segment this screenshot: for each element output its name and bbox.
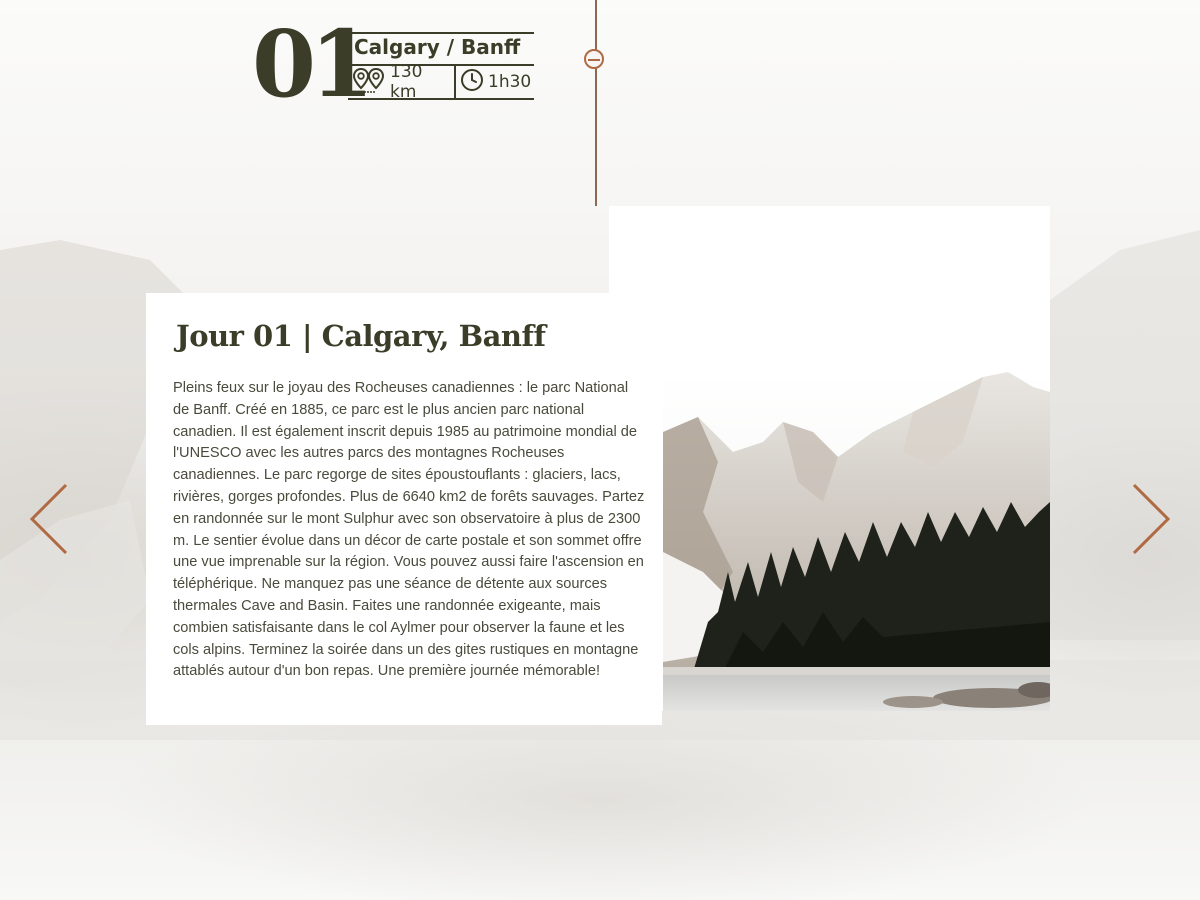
step-title: Calgary / Banff xyxy=(354,35,521,59)
prev-button[interactable] xyxy=(26,482,70,556)
chevron-left-icon xyxy=(29,483,68,555)
step-meta: 130 km 1h30 xyxy=(348,62,534,102)
clock-icon xyxy=(460,68,484,97)
duration-cell: 1h30 xyxy=(456,66,531,98)
chevron-right-icon xyxy=(1132,483,1171,555)
day-card: Jour 01 | Calgary, Banff Pleins feux sur… xyxy=(146,293,662,725)
mountain-lake-photo xyxy=(663,372,1050,711)
duration-value: 1h30 xyxy=(488,72,532,92)
day-description: Pleins feux sur le joyau des Rocheuses c… xyxy=(173,380,645,680)
timeline-marker-icon[interactable] xyxy=(584,49,604,69)
next-button[interactable] xyxy=(1130,482,1174,556)
map-pins-icon xyxy=(352,66,386,99)
distance-value: 130 km xyxy=(390,62,423,102)
day-title: Jour 01 | Calgary, Banff xyxy=(176,319,546,353)
distance-cell: 130 km xyxy=(348,62,456,102)
step-info-box: Calgary / Banff 130 km 1h30 xyxy=(348,32,534,102)
timeline-line xyxy=(595,0,597,206)
